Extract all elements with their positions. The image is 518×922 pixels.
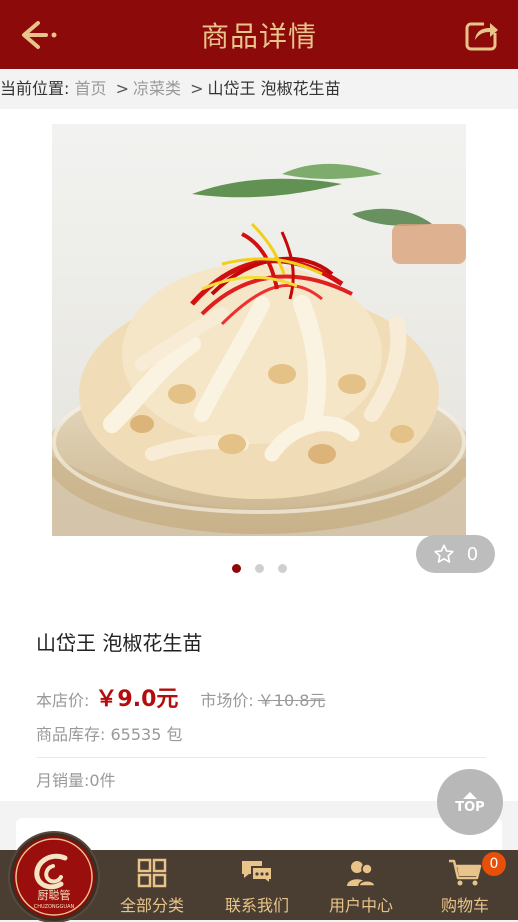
breadcrumb-prefix: 当前位置: (0, 79, 70, 98)
cart-count-badge: 0 (482, 852, 506, 876)
back-to-top-button[interactable]: TOP (437, 769, 503, 835)
carousel-dot[interactable] (277, 564, 287, 573)
store-price: ￥9.0元 (95, 687, 179, 712)
market-price-label: 市场价: (200, 691, 254, 710)
carousel-dot[interactable] (254, 564, 264, 573)
breadcrumb-category-link[interactable]: 凉菜类 (133, 79, 181, 98)
back-arrow-icon[interactable] (16, 18, 60, 52)
price-row: 本店价: ￥9.0元 市场价: ￥10.8元 (36, 681, 486, 712)
brand-logo[interactable]: 厨聪管 CHUZONGGUAN (10, 833, 98, 921)
breadcrumb-separator: > (115, 79, 130, 98)
stock-row: 商品库存: 65535 包 (36, 721, 486, 758)
caret-up-icon (463, 791, 477, 799)
nav-cart-label: 购物车 (440, 896, 489, 915)
nav-contact-us[interactable]: 联系我们 (207, 852, 307, 918)
breadcrumb-home-link[interactable]: 首页 (75, 79, 107, 98)
sales-value: 0件 (89, 771, 116, 790)
nav-all-categories-label: 全部分类 (119, 896, 184, 915)
breadcrumb: 当前位置: 首页 > 凉菜类 > 山岱王 泡椒花生苗 (0, 69, 518, 109)
top-label: TOP (455, 799, 485, 815)
nav-user-center[interactable]: 用户中心 (311, 852, 411, 918)
page-title: 商品详情 (200, 19, 317, 53)
sales-label: 月销量: (36, 771, 90, 790)
stock-value: 65535 包 (110, 725, 183, 744)
logo-subtext: CHUZONGGUAN (34, 904, 75, 910)
app-header: 商品详情 (0, 0, 518, 69)
shopping-cart-icon (449, 859, 482, 886)
market-price: ￥10.8元 (257, 691, 326, 710)
logo-text: 厨聪管 (38, 888, 71, 902)
share-icon[interactable] (464, 16, 500, 52)
grid-icon (137, 858, 167, 888)
favorite-count: 0 (466, 543, 479, 565)
product-detail-panel: 0 山岱王 泡椒花生苗 本店价: ￥9.0元 市场价: ￥10.8元 商品库存:… (0, 109, 518, 801)
carousel-indicator (0, 564, 518, 573)
chat-icon (242, 861, 273, 887)
breadcrumb-current: 山岱王 泡椒花生苗 (207, 79, 341, 98)
nav-user-center-label: 用户中心 (328, 896, 393, 915)
breadcrumb-separator: > (190, 79, 204, 98)
nav-contact-us-label: 联系我们 (224, 896, 289, 915)
carousel-dot[interactable] (231, 564, 241, 573)
star-icon (434, 544, 454, 563)
stock-label: 商品库存: (36, 725, 106, 744)
sales-row: 月销量:0件 (36, 767, 116, 791)
product-photo[interactable] (52, 124, 466, 536)
users-icon (347, 861, 376, 887)
nav-all-categories[interactable]: 全部分类 (102, 852, 202, 918)
store-price-label: 本店价: (36, 691, 90, 710)
product-name: 山岱王 泡椒花生苗 (36, 631, 203, 655)
